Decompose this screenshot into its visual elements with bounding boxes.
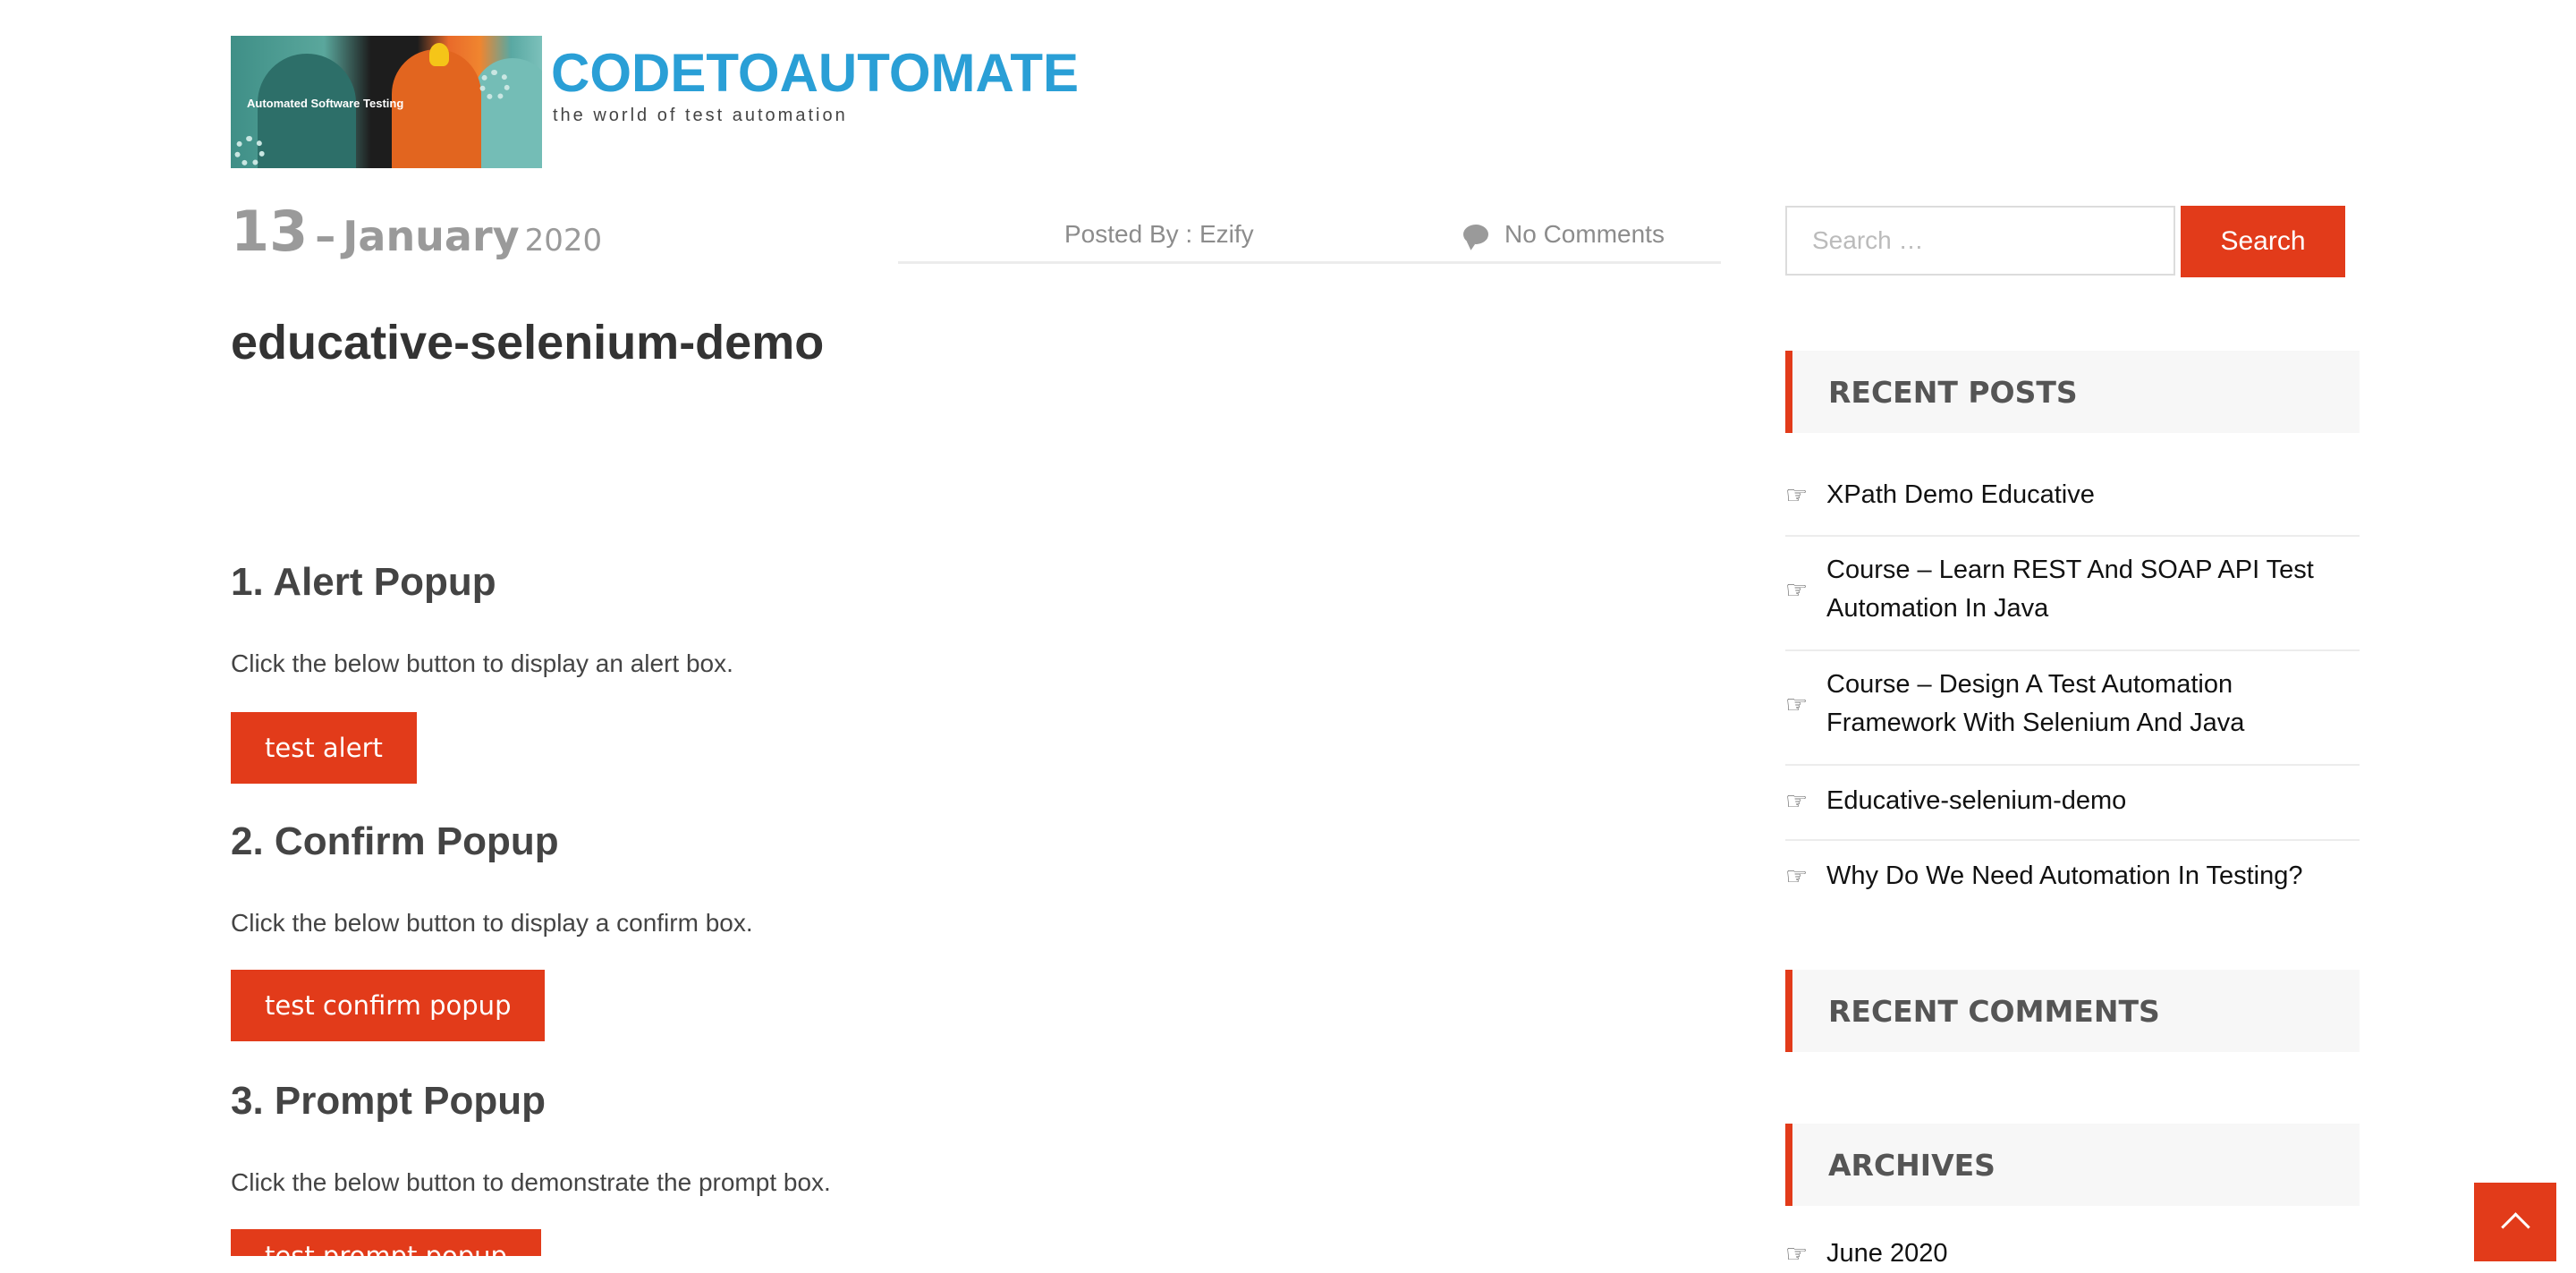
pointing-hand-icon: ☞: [1785, 787, 1809, 815]
recent-post-item[interactable]: ☞ Why Do We Need Automation In Testing?: [1785, 857, 2360, 895]
recent-comments-heading: RECENT COMMENTS: [1785, 970, 2360, 1052]
gear-icon: [234, 136, 265, 166]
recent-post-item[interactable]: ☞ Educative-selenium-demo: [1785, 782, 2360, 820]
prompt-section-heading: 3. Prompt Popup: [231, 1079, 546, 1123]
post-date-month: January: [343, 212, 520, 260]
post-date-year: 2020: [524, 223, 603, 259]
recent-post-link[interactable]: Educative-selenium-demo: [1826, 782, 2126, 820]
divider: [1785, 839, 2360, 841]
recent-posts-heading: RECENT POSTS: [1785, 351, 2360, 433]
search-input[interactable]: Search …: [1785, 206, 2175, 276]
search-placeholder: Search …: [1812, 226, 1924, 254]
pointing-hand-icon: ☞: [1785, 481, 1809, 509]
test-confirm-button[interactable]: test confirm popup: [231, 970, 546, 1041]
alert-section-heading: 1. Alert Popup: [231, 560, 496, 604]
post-date: 13– January 2020: [231, 199, 602, 264]
post-author[interactable]: Posted By : Ezify: [1064, 220, 1254, 249]
pointing-hand-icon: ☞: [1785, 862, 1809, 890]
divider: [1785, 764, 2360, 766]
post-title: educative-selenium-demo: [231, 316, 825, 369]
meta-divider: [898, 261, 1721, 264]
divider: [1785, 649, 2360, 651]
post-date-dash: –: [315, 212, 336, 260]
test-alert-button[interactable]: test alert: [231, 712, 417, 784]
search-button[interactable]: Search: [2181, 206, 2345, 277]
test-prompt-button[interactable]: test prompt popup: [231, 1229, 541, 1256]
archive-item[interactable]: ☞ June 2020: [1785, 1235, 2360, 1273]
lightbulb-icon: [429, 43, 449, 66]
prompt-section-text: Click the below button to demonstrate th…: [231, 1168, 831, 1196]
confirm-section-heading: 2. Confirm Popup: [231, 819, 559, 863]
chevron-up-icon: [2500, 1211, 2530, 1242]
comments-count[interactable]: No Comments: [1504, 220, 1665, 249]
archive-link[interactable]: June 2020: [1826, 1235, 1947, 1273]
pointing-hand-icon: ☞: [1785, 690, 1809, 718]
chat-bubble-icon: [1463, 225, 1488, 244]
pointing-hand-icon: ☞: [1785, 1240, 1809, 1268]
site-logo-image[interactable]: Automated Software Testing: [231, 36, 542, 168]
recent-post-item[interactable]: ☞ Course – Learn REST And SOAP API Test …: [1785, 551, 2360, 628]
confirm-section-text: Click the below button to display a conf…: [231, 909, 753, 937]
pointing-hand-icon: ☞: [1785, 575, 1809, 604]
recent-post-link[interactable]: XPath Demo Educative: [1826, 476, 2095, 514]
post-date-day: 13: [231, 199, 309, 264]
site-title[interactable]: CODETOAUTOMATE: [551, 47, 1079, 100]
gear-icon: [479, 70, 510, 100]
recent-post-link[interactable]: Course – Learn REST And SOAP API Test Au…: [1826, 551, 2360, 628]
site-tagline: the world of test automation: [553, 106, 848, 125]
archives-heading: ARCHIVES: [1785, 1124, 2360, 1206]
recent-post-link[interactable]: Course – Design A Test Automation Framew…: [1826, 666, 2360, 743]
back-to-top-button[interactable]: [2474, 1183, 2556, 1261]
recent-post-link[interactable]: Why Do We Need Automation In Testing?: [1826, 857, 2303, 895]
alert-section-text: Click the below button to display an ale…: [231, 649, 733, 677]
comments-link[interactable]: No Comments: [1463, 220, 1665, 249]
recent-post-item[interactable]: ☞ XPath Demo Educative: [1785, 476, 2360, 514]
recent-post-item[interactable]: ☞ Course – Design A Test Automation Fram…: [1785, 666, 2360, 743]
divider: [1785, 535, 2360, 537]
logo-caption: Automated Software Testing: [247, 97, 404, 110]
